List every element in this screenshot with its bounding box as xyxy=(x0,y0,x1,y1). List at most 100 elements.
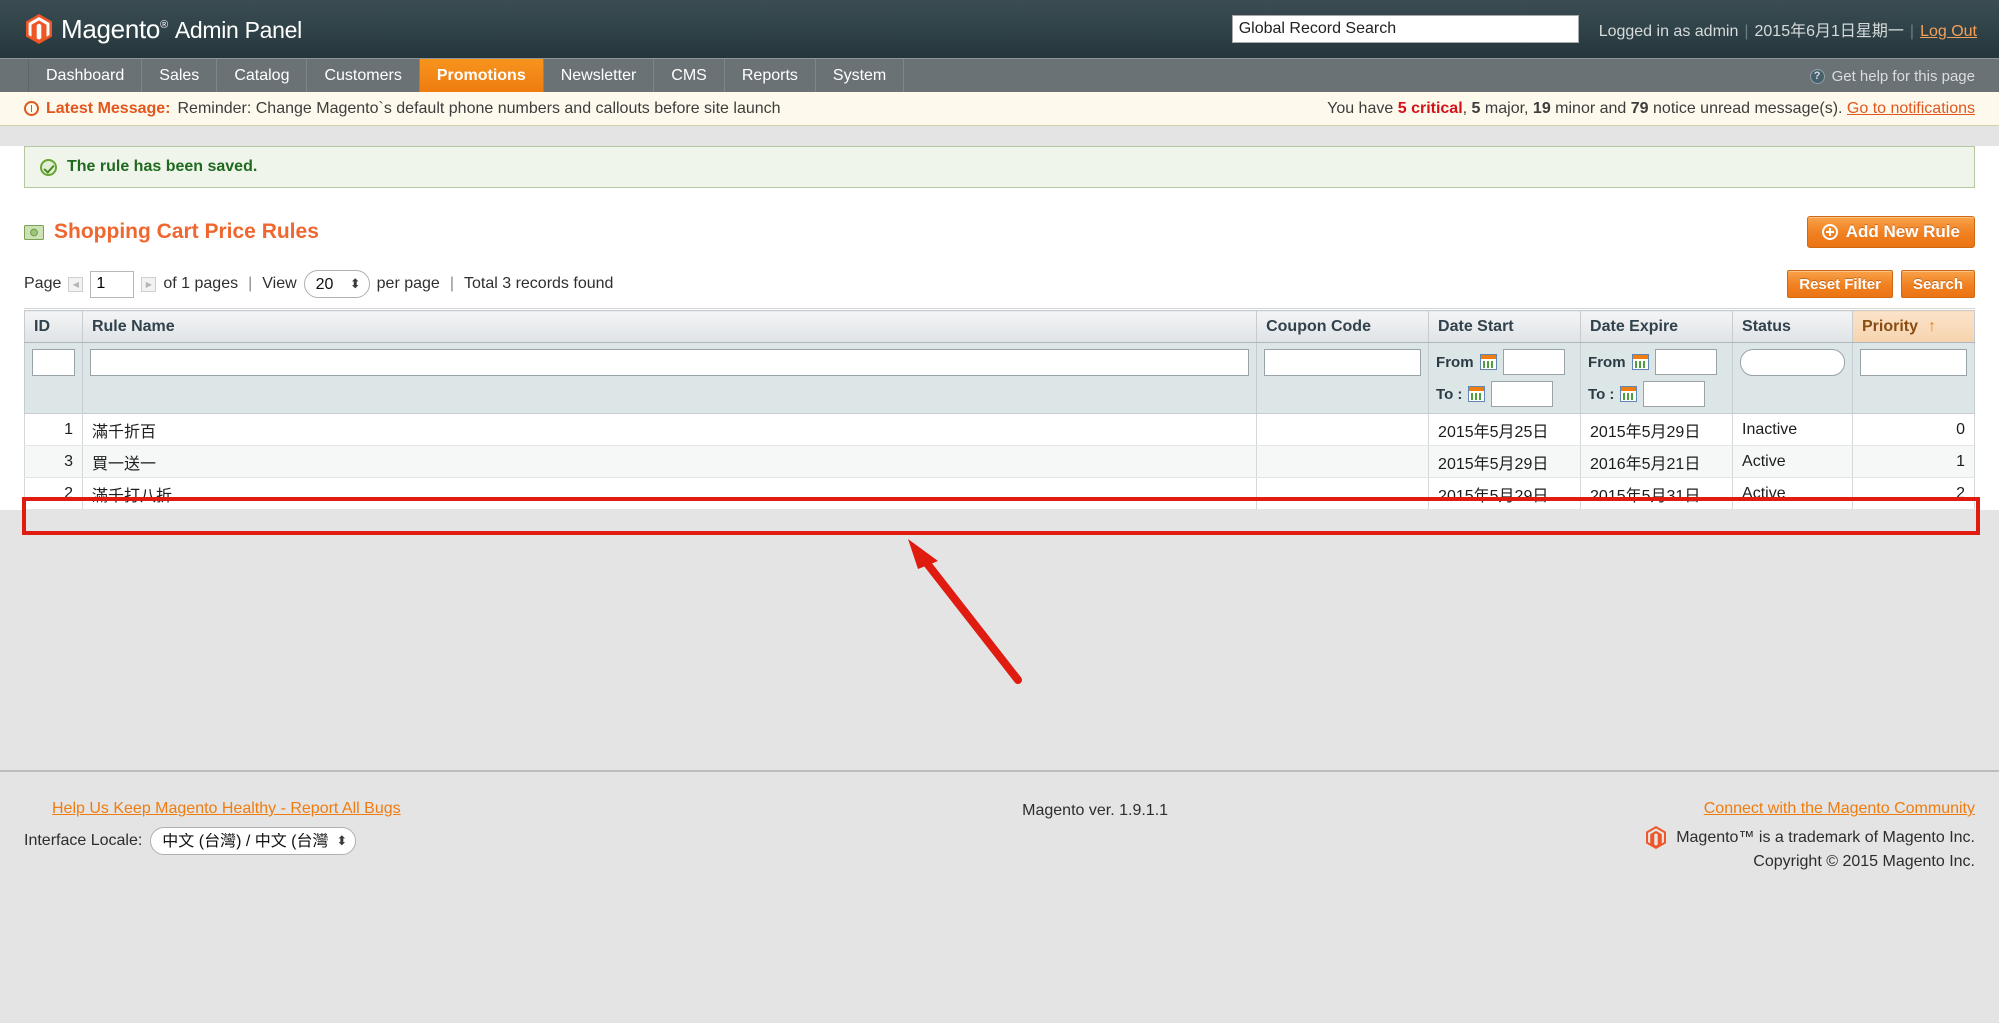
calendar-icon[interactable] xyxy=(1468,386,1486,402)
previous-page-button[interactable]: ◀ xyxy=(68,276,84,292)
filter-cell-date-start: From To : xyxy=(1428,342,1582,414)
search-button[interactable]: Search xyxy=(1900,270,1975,298)
cell-status[interactable]: Inactive xyxy=(1732,413,1853,446)
cell-id[interactable]: 2 xyxy=(24,477,83,510)
filter-status-select[interactable]: ActiveInactive xyxy=(1740,349,1845,376)
latest-message-label: Latest Message: xyxy=(46,99,171,117)
column-header-date-expire[interactable]: Date Expire xyxy=(1580,310,1734,343)
cell-priority[interactable]: 0 xyxy=(1851,413,1976,446)
pager-controls: Page ◀ ▶ of 1 pages | View 203050100200 … xyxy=(24,270,613,298)
cell-id[interactable]: 1 xyxy=(24,413,83,446)
magento-version: Magento ver. 1.9.1.1 xyxy=(1022,802,1169,819)
footer-copyright: Copyright © 2015 Magento Inc. xyxy=(1753,853,1975,870)
grid-actions: Reset Filter Search xyxy=(1787,270,1975,298)
cell-coupon-code[interactable] xyxy=(1256,477,1430,510)
nav-item-newsletter[interactable]: Newsletter xyxy=(544,59,655,92)
sort-ascending-icon: ↑ xyxy=(1927,317,1936,335)
search-label: Search xyxy=(1912,275,1963,293)
logout-link[interactable]: Log Out xyxy=(1920,23,1977,40)
cell-priority[interactable]: 1 xyxy=(1851,445,1976,478)
filter-rule-name-input[interactable] xyxy=(89,349,1250,376)
cell-priority[interactable]: 2 xyxy=(1851,477,1976,510)
date-expire-to-label: To : xyxy=(1588,385,1615,403)
calendar-icon[interactable] xyxy=(1479,354,1497,370)
filter-date-expire-to-input[interactable] xyxy=(1643,381,1706,407)
interface-locale-select[interactable]: 中文 (台灣) / 中文 (台灣 xyxy=(150,827,357,855)
table-row[interactable]: 1 滿千折百 2015年5月25日 2015年5月29日 Inactive 0 xyxy=(24,413,1976,446)
per-page-select[interactable]: 203050100200 xyxy=(303,270,370,298)
column-label: Rule Name xyxy=(91,317,175,335)
cell-date-expire[interactable]: 2015年5月29日 xyxy=(1580,413,1734,446)
calendar-icon[interactable] xyxy=(1620,386,1638,402)
cell-status[interactable]: Active xyxy=(1732,477,1853,510)
filter-cell-coupon-code xyxy=(1256,342,1430,414)
filter-date-start-to-input[interactable] xyxy=(1491,381,1554,407)
column-header-rule-name[interactable]: Rule Name xyxy=(81,310,1258,343)
logo-tm: ® xyxy=(160,18,168,31)
column-header-id[interactable]: ID xyxy=(24,310,83,343)
main-content: The rule has been saved. Shopping Cart P… xyxy=(0,146,1999,510)
column-header-coupon-code[interactable]: Coupon Code xyxy=(1256,310,1430,343)
cell-rule-name[interactable]: 買一送一 xyxy=(81,445,1258,478)
nav-label: Sales xyxy=(159,66,200,84)
cell-rule-name[interactable]: 滿千折百 xyxy=(81,413,1258,446)
interface-locale-label: Interface Locale: xyxy=(24,832,143,849)
filter-cell-date-expire: From To : xyxy=(1580,342,1734,414)
grid-header-row: ID Rule Name Coupon Code Date Start Date… xyxy=(24,310,1976,343)
column-header-date-start[interactable]: Date Start xyxy=(1428,310,1582,343)
nav-item-system[interactable]: System xyxy=(816,59,905,92)
column-label: Coupon Code xyxy=(1266,317,1371,335)
alert-icon xyxy=(24,101,39,116)
filter-priority-input[interactable] xyxy=(1859,349,1967,376)
filter-date-start-from-input[interactable] xyxy=(1502,349,1565,375)
table-row[interactable]: 3 買一送一 2015年5月29日 2016年5月21日 Active 1 xyxy=(24,445,1976,478)
add-new-rule-button[interactable]: Add New Rule xyxy=(1806,216,1975,248)
nav-item-promotions[interactable]: Promotions xyxy=(419,59,544,92)
cell-coupon-code[interactable] xyxy=(1256,445,1430,478)
nav-item-reports[interactable]: Reports xyxy=(725,59,816,92)
get-help-label: Get help for this page xyxy=(1831,67,1975,85)
page-number-input[interactable] xyxy=(90,270,135,298)
success-message-text: The rule has been saved. xyxy=(67,158,258,175)
cell-id[interactable]: 3 xyxy=(24,445,83,478)
filter-coupon-code-input[interactable] xyxy=(1264,349,1422,376)
reset-filter-button[interactable]: Reset Filter xyxy=(1787,270,1893,298)
table-row[interactable]: 2 滿千打八折 2015年5月29日 2015年5月31日 Active 2 xyxy=(24,477,1976,510)
nav-label: Catalog xyxy=(234,66,290,84)
add-new-rule-label: Add New Rule xyxy=(1845,222,1960,241)
cell-date-expire[interactable]: 2015年5月31日 xyxy=(1580,477,1734,510)
nav-label: Dashboard xyxy=(46,66,125,84)
page-label: Page xyxy=(24,275,62,292)
logo[interactable]: Magento® Admin Panel xyxy=(26,14,302,45)
nav-item-sales[interactable]: Sales xyxy=(142,59,218,92)
nav-item-dashboard[interactable]: Dashboard xyxy=(28,59,143,92)
cell-coupon-code[interactable] xyxy=(1256,413,1430,446)
question-mark-icon: ? xyxy=(1809,68,1825,84)
nav-label: Newsletter xyxy=(560,66,637,84)
nav-item-customers[interactable]: Customers xyxy=(307,59,420,92)
search-input[interactable] xyxy=(1231,15,1579,43)
cell-date-start[interactable]: 2015年5月29日 xyxy=(1428,445,1582,478)
cell-date-start[interactable]: 2015年5月25日 xyxy=(1428,413,1582,446)
cell-status[interactable]: Active xyxy=(1732,445,1853,478)
price-rules-grid: ID Rule Name Coupon Code Date Start Date… xyxy=(24,310,1976,510)
cell-date-start[interactable]: 2015年5月29日 xyxy=(1428,477,1582,510)
nav-label: System xyxy=(832,66,887,84)
get-help-link[interactable]: ? Get help for this page xyxy=(1809,59,1975,93)
filter-date-expire-from-input[interactable] xyxy=(1654,349,1717,375)
nav-item-catalog[interactable]: Catalog xyxy=(217,59,308,92)
nav-item-cms[interactable]: CMS xyxy=(654,59,725,92)
magento-community-link[interactable]: Connect with the Magento Community xyxy=(1704,800,1975,817)
report-bugs-link[interactable]: Help Us Keep Magento Healthy - Report Al… xyxy=(52,800,544,818)
column-header-priority[interactable]: Priority ↑ xyxy=(1851,310,1976,343)
magento-footer-logo-icon xyxy=(1646,826,1667,849)
column-header-status[interactable]: Status xyxy=(1732,310,1853,343)
cell-date-expire[interactable]: 2016年5月21日 xyxy=(1580,445,1734,478)
filter-id-input[interactable] xyxy=(32,349,75,376)
magento-logo-icon xyxy=(26,14,52,44)
title-left: Shopping Cart Price Rules xyxy=(24,220,319,244)
go-to-notifications-link[interactable]: Go to notifications xyxy=(1847,100,1975,117)
cell-rule-name[interactable]: 滿千打八折 xyxy=(81,477,1258,510)
calendar-icon[interactable] xyxy=(1631,354,1649,370)
next-page-button[interactable]: ▶ xyxy=(141,276,157,292)
